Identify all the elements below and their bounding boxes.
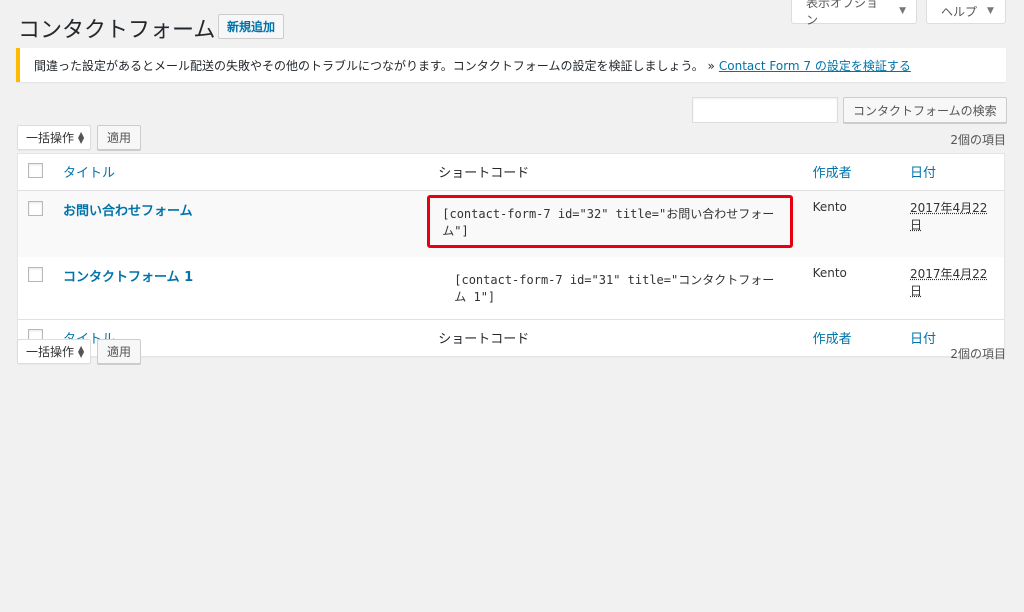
bulk-action-value: 一括操作: [26, 345, 75, 359]
author-name: Kento: [812, 266, 847, 280]
shortcode-text[interactable]: [contact-form-7 id="32" title="お問い合わせフォー…: [427, 195, 793, 248]
form-title-link[interactable]: コンタクトフォーム 1: [63, 270, 193, 285]
author-name: Kento: [812, 200, 847, 214]
select-all-checkbox[interactable]: [28, 163, 43, 178]
caret-down-icon: ▼: [987, 6, 994, 16]
table-footer-row: タイトル ショートコード 作成者 日付: [17, 319, 1005, 357]
row-checkbox[interactable]: [28, 201, 43, 216]
date-value: 2017年4月22日: [910, 201, 988, 232]
apply-button-bottom[interactable]: 適用: [97, 339, 142, 364]
config-validation-notice: 間違った設定があるとメール配送の失敗やその他のトラブルにつながります。コンタクト…: [16, 48, 1006, 82]
column-title-sort[interactable]: タイトル: [63, 166, 115, 181]
validate-config-link[interactable]: Contact Form 7 の設定を検証する: [719, 57, 911, 74]
search-input[interactable]: [692, 97, 838, 123]
column-shortcode: ショートコード: [438, 166, 530, 181]
column-author-sort-footer[interactable]: 作成者: [813, 332, 852, 347]
bulk-action-select-top[interactable]: 一括操作 ▲ ▼: [17, 125, 92, 150]
table-row: お問い合わせフォーム [contact-form-7 id="32" title…: [17, 190, 1005, 257]
screen-options-label: 表示オプション: [806, 0, 879, 27]
apply-button-top[interactable]: 適用: [97, 125, 142, 150]
form-title-link[interactable]: お問い合わせフォーム: [63, 204, 193, 219]
date-value: 2017年4月22日: [910, 267, 988, 298]
item-count-bottom: 2個の項目: [950, 347, 1006, 361]
item-count-top: 2個の項目: [950, 133, 1006, 147]
column-author-sort[interactable]: 作成者: [813, 166, 852, 181]
table-header-row: タイトル ショートコード 作成者 日付: [17, 154, 1005, 191]
column-date-sort-footer[interactable]: 日付: [910, 332, 936, 347]
add-new-button[interactable]: 新規追加: [218, 14, 285, 39]
column-shortcode-footer: ショートコード: [438, 332, 530, 347]
contact-forms-table: タイトル ショートコード 作成者 日付 お問い合わせフォーム [contact-…: [17, 153, 1005, 357]
column-date-sort[interactable]: 日付: [910, 166, 936, 181]
help-label: ヘルプ: [941, 4, 978, 19]
notice-text: 間違った設定があるとメール配送の失敗やその他のトラブルにつながります。コンタクト…: [34, 58, 715, 73]
row-checkbox[interactable]: [28, 267, 43, 282]
search-button[interactable]: コンタクトフォームの検索: [843, 97, 1007, 123]
caret-down-icon: ▼: [899, 6, 906, 16]
table-row: コンタクトフォーム 1 [contact-form-7 id="31" titl…: [18, 257, 1005, 320]
help-tab[interactable]: ヘルプ ▼: [926, 0, 1006, 24]
screen-options-tab[interactable]: 表示オプション ▼: [791, 0, 917, 27]
shortcode-text[interactable]: [contact-form-7 id="31" title="コンタクトフォーム…: [444, 266, 792, 310]
page-title: コンタクトフォーム: [18, 18, 216, 43]
select-arrows-icon: ▲ ▼: [78, 343, 85, 359]
select-arrows-icon: ▲ ▼: [78, 129, 85, 145]
bulk-action-select-bottom[interactable]: 一括操作 ▲ ▼: [17, 339, 92, 364]
bulk-action-value: 一括操作: [26, 131, 75, 145]
